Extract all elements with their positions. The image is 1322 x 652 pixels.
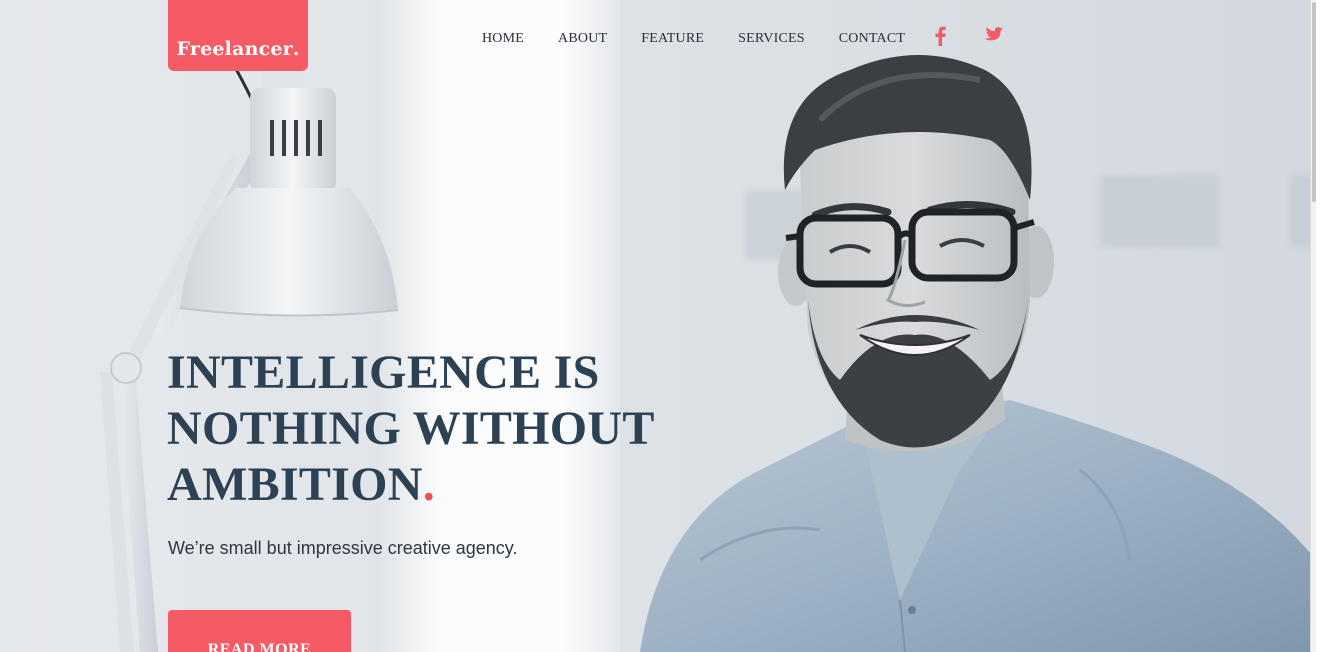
nav-item-services[interactable]: SERVICES	[738, 31, 805, 47]
hero-tagline: We’re small but impressive creative agen…	[168, 538, 518, 558]
read-more-button[interactable]: READ MORE	[168, 610, 351, 652]
scrollbar-thumb[interactable]	[1312, 2, 1316, 202]
facebook-link[interactable]	[933, 26, 947, 46]
hero-headline: INTELLIGENCE IS NOTHING WITHOUT AMBITION…	[167, 345, 687, 513]
nav-item-home[interactable]: HOME	[482, 31, 524, 47]
headline-accent-dot: .	[422, 458, 436, 511]
main-nav: HOME ABOUT FEATURE SERVICES CONTACT	[482, 31, 905, 47]
headline-line-1: INTELLIGENCE IS	[167, 346, 600, 399]
brand-dot: .	[292, 38, 300, 60]
nav-item-contact[interactable]: CONTACT	[839, 31, 905, 47]
nav-item-about[interactable]: ABOUT	[558, 31, 607, 47]
page-scrollbar[interactable]	[1310, 0, 1316, 652]
twitter-link[interactable]	[983, 26, 1003, 44]
facebook-icon	[935, 26, 946, 46]
brand-name: Freelancer	[176, 38, 293, 60]
brand-logo[interactable]: Freelancer.	[168, 0, 308, 71]
twitter-icon	[984, 27, 1003, 41]
headline-line-3: AMBITION	[167, 458, 423, 511]
nav-item-feature[interactable]: FEATURE	[641, 31, 704, 47]
headline-line-2: NOTHING WITHOUT	[167, 402, 655, 455]
